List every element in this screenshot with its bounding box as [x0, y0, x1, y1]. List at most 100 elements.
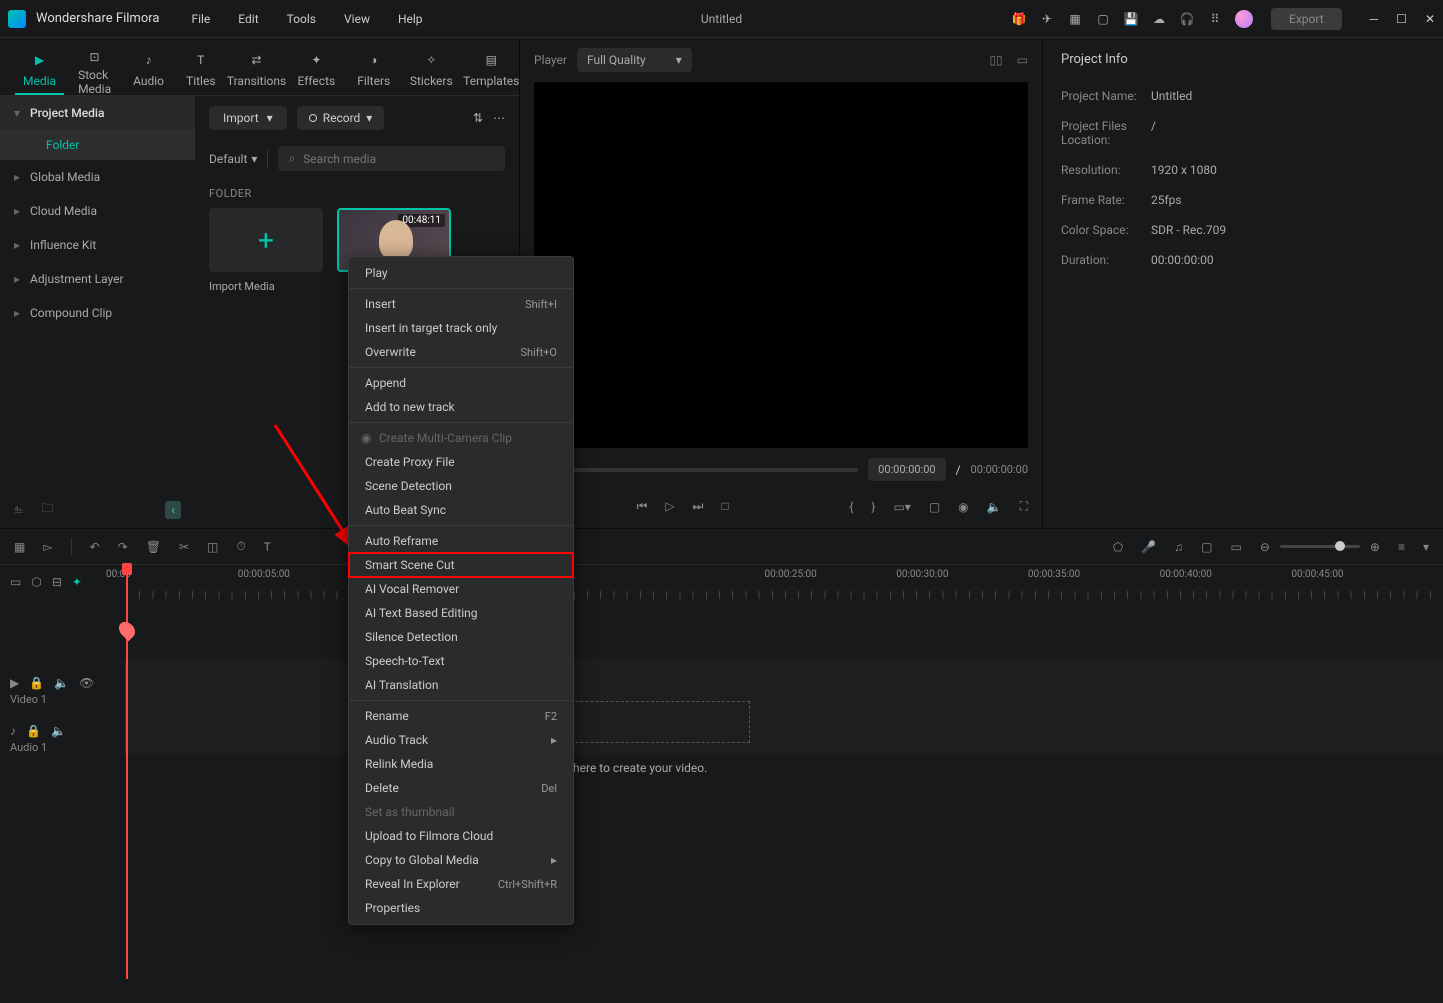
- menu-view[interactable]: View: [332, 8, 382, 30]
- delete-icon[interactable]: 🗑: [146, 540, 161, 554]
- save-icon[interactable]: 💾: [1123, 11, 1139, 27]
- list-icon[interactable]: ≡: [1398, 540, 1405, 554]
- send-icon[interactable]: ✈: [1039, 11, 1055, 27]
- mute-icon[interactable]: 🔈: [54, 676, 69, 690]
- bracket-left-icon[interactable]: {: [849, 500, 853, 514]
- tab-templates[interactable]: ▤Templates: [464, 46, 518, 95]
- context-item-auto-reframe[interactable]: Auto Reframe: [349, 529, 573, 553]
- magnet-icon[interactable]: ⊟: [52, 575, 62, 589]
- link-icon[interactable]: ⬡: [31, 575, 41, 589]
- tab-audio[interactable]: ♪Audio: [125, 46, 172, 95]
- ratio-icon[interactable]: ▭▾: [893, 500, 910, 514]
- sidebar-item-influence-kit[interactable]: ▸Influence Kit: [0, 228, 195, 262]
- search-input[interactable]: [303, 152, 495, 166]
- sidebar-item-cloud-media[interactable]: ▸Cloud Media: [0, 194, 195, 228]
- quality-select[interactable]: Full Quality▾: [577, 48, 692, 72]
- headphones-icon[interactable]: 🎧: [1179, 11, 1195, 27]
- context-item-auto-beat-sync[interactable]: Auto Beat Sync: [349, 498, 573, 522]
- more-icon[interactable]: ⋯: [493, 111, 505, 125]
- gift-icon[interactable]: 🎁: [1011, 11, 1027, 27]
- context-item-smart-scene-cut[interactable]: Smart Scene Cut: [349, 553, 573, 577]
- context-item-create-proxy-file[interactable]: Create Proxy File: [349, 450, 573, 474]
- volume-icon[interactable]: 🔈: [987, 500, 1002, 514]
- context-item-insert[interactable]: InsertShift+I: [349, 292, 573, 316]
- minimize-icon[interactable]: ─: [1370, 12, 1379, 26]
- context-item-ai-text-based-editing[interactable]: AI Text Based Editing: [349, 601, 573, 625]
- mic-icon[interactable]: 🎤: [1141, 540, 1156, 554]
- pointer-icon[interactable]: ▻: [43, 540, 52, 554]
- fullscreen-icon[interactable]: ⛶: [1020, 499, 1028, 514]
- lock-icon[interactable]: 🔒: [26, 724, 41, 738]
- compare-icon[interactable]: ▯▯: [989, 53, 1002, 67]
- play-icon[interactable]: ▷: [665, 499, 674, 514]
- video-track-body[interactable]: [126, 659, 1443, 707]
- lock-icon[interactable]: 🔒: [29, 676, 44, 690]
- context-item-relink-media[interactable]: Relink Media: [349, 752, 573, 776]
- auto-icon[interactable]: ✦: [72, 575, 82, 589]
- apps-icon[interactable]: ⠿: [1207, 11, 1223, 27]
- sidebar-item-project-media[interactable]: ▾Project Media: [0, 96, 195, 130]
- picture-icon[interactable]: ▭: [1017, 53, 1028, 67]
- text-icon[interactable]: T: [264, 540, 271, 554]
- avatar[interactable]: [1235, 10, 1253, 28]
- context-item-ai-vocal-remover[interactable]: AI Vocal Remover: [349, 577, 573, 601]
- mute-icon[interactable]: 🔈: [51, 724, 66, 738]
- record-button[interactable]: Record▾: [297, 106, 385, 130]
- context-item-play[interactable]: Play: [349, 261, 573, 285]
- menu-edit[interactable]: Edit: [226, 8, 270, 30]
- sidebar-item-compound-clip[interactable]: ▸Compound Clip: [0, 296, 195, 330]
- speed-icon[interactable]: ⏱: [236, 539, 245, 554]
- collapse-sidebar-button[interactable]: ‹: [165, 501, 181, 519]
- tab-filters[interactable]: ◑Filters: [349, 46, 398, 95]
- maximize-icon[interactable]: ☐: [1396, 12, 1407, 26]
- audio-track-body[interactable]: [126, 707, 1443, 755]
- progress-bar[interactable]: [534, 468, 858, 472]
- folder-out-icon[interactable]: ⎁: [14, 502, 24, 517]
- cloud-icon[interactable]: ☁: [1151, 11, 1167, 27]
- tab-transitions[interactable]: ⇄Transitions: [230, 46, 284, 95]
- menu-tools[interactable]: Tools: [275, 8, 328, 30]
- tab-stock-media[interactable]: ⊡Stock Media: [70, 46, 119, 95]
- menu-file[interactable]: File: [179, 8, 222, 30]
- redo-icon[interactable]: ↷: [118, 540, 128, 554]
- crop-icon[interactable]: ◫: [207, 540, 218, 554]
- context-item-append[interactable]: Append: [349, 371, 573, 395]
- tab-media[interactable]: ▶Media: [15, 46, 64, 95]
- zoom-slider[interactable]: [1280, 545, 1360, 548]
- playhead[interactable]: [126, 565, 128, 979]
- stop-icon[interactable]: □: [721, 499, 728, 514]
- video-preview[interactable]: [534, 82, 1028, 448]
- monitor-icon[interactable]: ▢: [929, 500, 940, 514]
- context-item-add-to-new-track[interactable]: Add to new track: [349, 395, 573, 419]
- close-icon[interactable]: ✕: [1425, 12, 1435, 26]
- sidebar-item-adjustment-layer[interactable]: ▸Adjustment Layer: [0, 262, 195, 296]
- music-icon[interactable]: ♫: [1174, 540, 1183, 554]
- image-icon[interactable]: ▭: [1230, 540, 1241, 554]
- track-header-icon[interactable]: ▭: [10, 575, 21, 589]
- context-item-ai-translation[interactable]: AI Translation: [349, 673, 573, 697]
- sort-select[interactable]: Default ▾: [209, 152, 257, 166]
- context-item-speech-to-text[interactable]: Speech-to-Text: [349, 649, 573, 673]
- context-item-audio-track[interactable]: Audio Track▸: [349, 728, 573, 752]
- monitor-icon[interactable]: ▢: [1095, 11, 1111, 27]
- folder-icon[interactable]: 🗀: [42, 499, 54, 520]
- eye-icon[interactable]: 👁: [79, 676, 94, 690]
- context-item-delete[interactable]: DeleteDel: [349, 776, 573, 800]
- cut-icon[interactable]: ✂: [179, 540, 189, 554]
- context-item-scene-detection[interactable]: Scene Detection: [349, 474, 573, 498]
- chevron-down-icon[interactable]: ▾: [1423, 540, 1429, 554]
- sidebar-item-global-media[interactable]: ▸Global Media: [0, 160, 195, 194]
- next-icon[interactable]: ⏭: [693, 499, 704, 514]
- context-item-overwrite[interactable]: OverwriteShift+O: [349, 340, 573, 364]
- camera-icon[interactable]: ◉: [958, 500, 968, 514]
- tab-effects[interactable]: ✦Effects: [290, 46, 344, 95]
- context-item-silence-detection[interactable]: Silence Detection: [349, 625, 573, 649]
- context-item-copy-to-global-media[interactable]: Copy to Global Media▸: [349, 848, 573, 872]
- undo-icon[interactable]: ↶: [90, 540, 100, 554]
- context-item-upload-to-filmora-cloud[interactable]: Upload to Filmora Cloud: [349, 824, 573, 848]
- menu-help[interactable]: Help: [386, 8, 435, 30]
- marker-icon[interactable]: ⬠: [1113, 540, 1123, 554]
- filter-icon[interactable]: ⇅: [473, 111, 483, 125]
- device-icon[interactable]: ▢: [1201, 540, 1212, 554]
- context-item-reveal-in-explorer[interactable]: Reveal In ExplorerCtrl+Shift+R: [349, 872, 573, 896]
